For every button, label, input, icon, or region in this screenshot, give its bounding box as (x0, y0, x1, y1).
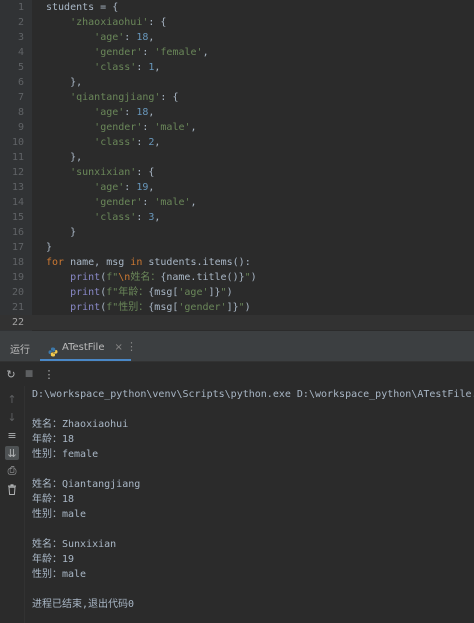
code-line[interactable]: 11 }, (0, 150, 474, 165)
rerun-icon[interactable]: ↻ (4, 367, 18, 381)
console-line: 姓名：Zhaoxiaohui (32, 419, 129, 430)
code-editor[interactable]: 1 students = {2 'zhaoxiaohui': {3 'age': … (0, 0, 474, 331)
code-text[interactable]: 'sunxixian': { (46, 165, 154, 180)
console-line: 性别：male (32, 509, 87, 520)
line-number: 8 (17, 107, 24, 118)
line-number: 16 (11, 227, 24, 238)
code-line[interactable]: 12 'sunxixian': { (0, 165, 474, 180)
line-number: 22 (11, 317, 24, 328)
console-side-toolbar: ↑ ↓ ≡ ⇊ ⎙ (0, 386, 25, 623)
arrow-up-icon[interactable]: ↑ (5, 392, 19, 406)
code-text[interactable]: for name, msg in students.items(): (46, 255, 251, 270)
code-line[interactable]: 3 'age': 18, (0, 30, 474, 45)
code-line[interactable]: 8 'age': 18, (0, 105, 474, 120)
line-number: 1 (17, 2, 24, 13)
code-line[interactable]: 16 } (0, 225, 474, 240)
scroll-to-end-icon[interactable]: ⇊ (5, 446, 19, 460)
run-panel-title: 运行 (10, 345, 30, 356)
more-options-icon[interactable]: ⋮ (126, 340, 137, 353)
code-line[interactable]: 7 'qiantangjiang': { (0, 90, 474, 105)
code-text[interactable]: 'zhaoxiaohui': { (46, 15, 166, 30)
console-output[interactable]: D:\workspace_python\venv\Scripts\python.… (32, 386, 474, 623)
console-line: 年龄：19 (32, 554, 75, 565)
line-number: 6 (17, 77, 24, 88)
soft-wrap-icon[interactable]: ≡ (5, 428, 19, 442)
line-number: 13 (11, 182, 24, 193)
code-line[interactable]: 9 'gender': 'male', (0, 120, 474, 135)
line-number: 12 (11, 167, 24, 178)
arrow-down-icon[interactable]: ↓ (5, 410, 19, 424)
console-exit-status: 进程已结束,退出代码0 (32, 599, 135, 610)
code-text[interactable]: 'gender': 'male', (46, 120, 196, 135)
code-text[interactable]: 'age': 19, (46, 180, 154, 195)
code-text[interactable]: 'class': 3, (46, 210, 160, 225)
line-number: 10 (11, 137, 24, 148)
code-text[interactable]: print(f"\n姓名：{name.title()}") (46, 270, 257, 285)
trash-icon[interactable] (5, 482, 19, 496)
code-line[interactable]: 20 print(f"年龄：{msg['age']}") (0, 285, 474, 300)
console-line: 姓名：Qiantangjiang (32, 479, 141, 490)
code-line[interactable]: 6 }, (0, 75, 474, 90)
line-number: 20 (11, 287, 24, 298)
line-number: 9 (17, 122, 24, 133)
code-line[interactable]: 4 'gender': 'female', (0, 45, 474, 60)
code-text[interactable]: print(f"性别：{msg['gender']}") (46, 300, 251, 315)
code-line[interactable]: 22 (0, 315, 474, 330)
console-top-toolbar: ↻ ■ ⋮ (0, 362, 70, 386)
code-text[interactable]: 'age': 18, (46, 30, 154, 45)
console-line: 姓名：Sunxixian (32, 539, 117, 550)
code-text[interactable]: 'qiantangjiang': { (46, 90, 178, 105)
code-text[interactable]: print(f"年龄：{msg['age']}") (46, 285, 233, 300)
code-line[interactable]: 19 print(f"\n姓名：{name.title()}") (0, 270, 474, 285)
console-line: 性别：male (32, 569, 87, 580)
close-icon[interactable]: × (115, 342, 123, 353)
code-text[interactable]: } (46, 240, 52, 255)
code-text[interactable]: 'gender': 'male', (46, 195, 196, 210)
line-number: 14 (11, 197, 24, 208)
run-panel-header: 运行 ATestFile × ⋮ (0, 335, 474, 362)
console-line: 年龄：18 (32, 494, 75, 505)
code-line[interactable]: 5 'class': 1, (0, 60, 474, 75)
line-number: 18 (11, 257, 24, 268)
code-text[interactable]: 'gender': 'female', (46, 45, 208, 60)
code-line[interactable]: 13 'age': 19, (0, 180, 474, 195)
code-line[interactable]: 18 for name, msg in students.items(): (0, 255, 474, 270)
line-number: 4 (17, 47, 24, 58)
code-line[interactable]: 21 print(f"性别：{msg['gender']}") (0, 300, 474, 315)
line-number: 11 (11, 152, 24, 163)
stop-icon[interactable]: ■ (22, 367, 36, 381)
code-text[interactable]: }, (46, 75, 82, 90)
line-number: 21 (11, 302, 24, 313)
line-number: 7 (17, 92, 24, 103)
code-line[interactable]: 10 'class': 2, (0, 135, 474, 150)
tab-atestfile[interactable]: ATestFile × (40, 335, 131, 361)
python-icon (48, 342, 58, 357)
more-vertical-icon[interactable]: ⋮ (42, 367, 56, 381)
print-icon[interactable]: ⎙ (5, 464, 19, 478)
console-command: D:\workspace_python\venv\Scripts\python.… (32, 389, 474, 400)
line-number: 3 (17, 32, 24, 43)
code-line[interactable]: 17} (0, 240, 474, 255)
code-text[interactable]: 'class': 1, (46, 60, 160, 75)
console-line: 年龄：18 (32, 434, 75, 445)
code-line[interactable]: 1 students = { (0, 0, 474, 15)
line-number: 5 (17, 62, 24, 73)
code-line[interactable]: 14 'gender': 'male', (0, 195, 474, 210)
line-number: 2 (17, 17, 24, 28)
line-number: 19 (11, 272, 24, 283)
tab-label: ATestFile (62, 341, 105, 353)
code-text[interactable]: students = { (46, 0, 118, 15)
code-text[interactable]: 'class': 2, (46, 135, 160, 150)
code-line[interactable]: 2 'zhaoxiaohui': { (0, 15, 474, 30)
code-text[interactable]: } (46, 225, 76, 240)
code-text[interactable]: 'age': 18, (46, 105, 154, 120)
line-number: 17 (11, 242, 24, 253)
code-line[interactable]: 15 'class': 3, (0, 210, 474, 225)
code-text[interactable]: }, (46, 150, 82, 165)
line-number: 15 (11, 212, 24, 223)
console-line: 性别：female (32, 449, 99, 460)
